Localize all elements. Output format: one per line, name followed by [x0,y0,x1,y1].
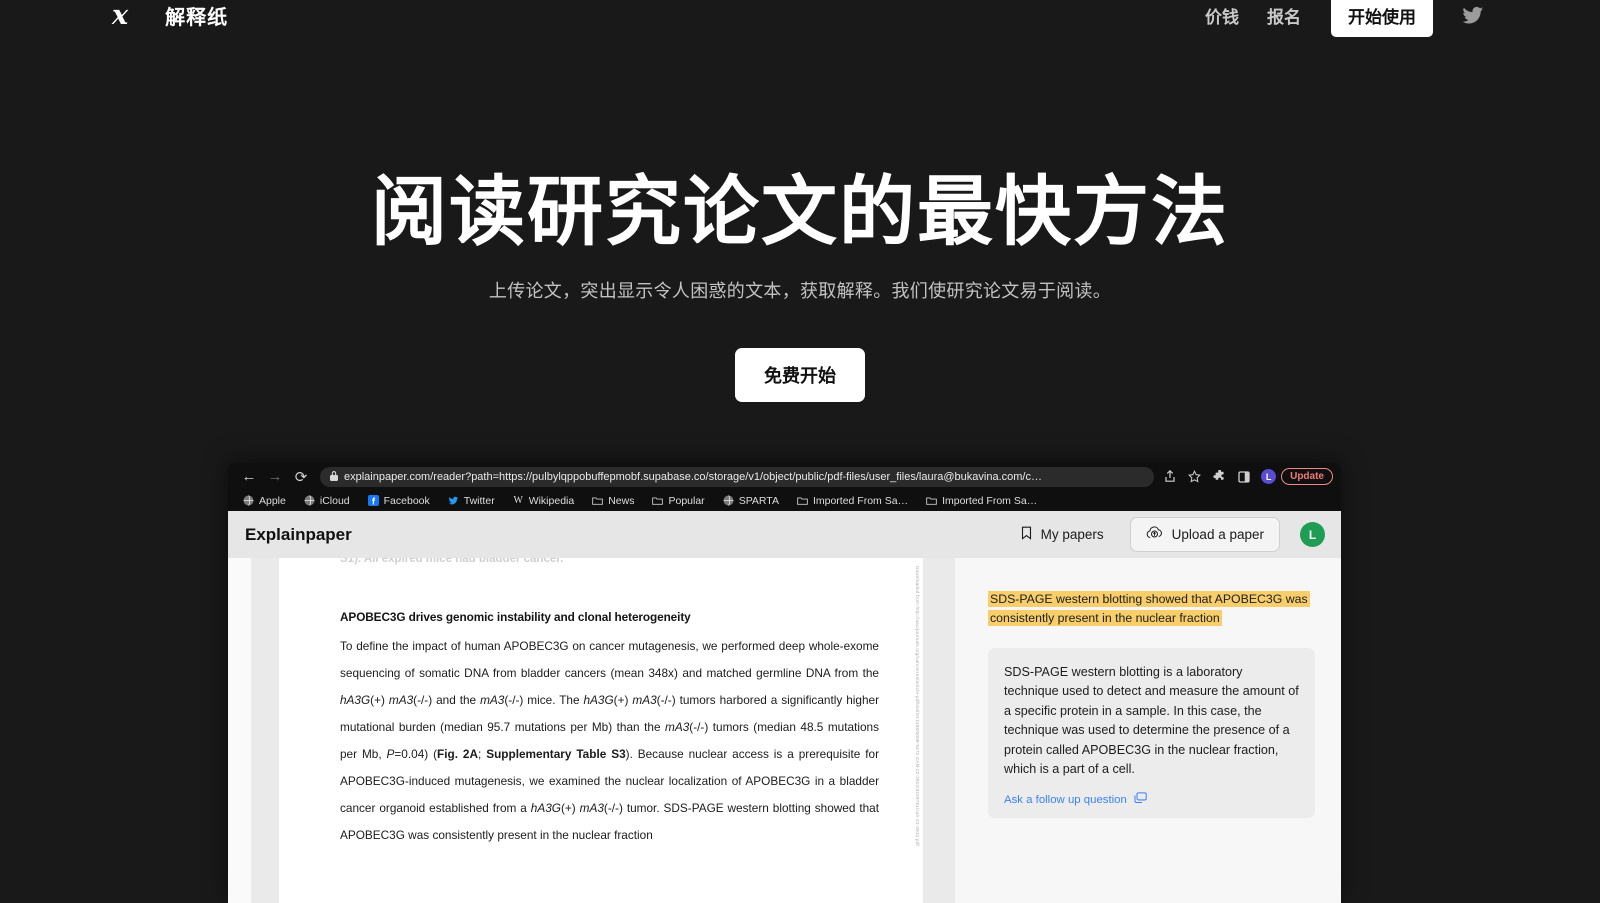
bookmark-label: Imported From Sa… [812,494,909,507]
app-header: Explainpaper My papers Upload a paper L [228,511,1341,558]
bookmark-twitter[interactable]: Twitter [439,495,504,507]
bookmark-label: Twitter [463,494,495,507]
pdf-left-margin [251,558,279,903]
browser-toolbar: ← → ⟳ explainpaper.com/reader?path=https… [228,463,1341,490]
bookmark-label: Imported From Sa… [942,494,1038,507]
pdf-paragraph: To define the impact of human APOBEC3G o… [340,639,880,842]
pdf-right-gutter [923,558,955,903]
browser-window-mockup: ← → ⟳ explainpaper.com/reader?path=https… [228,463,1341,903]
share-icon[interactable] [1158,470,1182,483]
explainpaper-app: Explainpaper My papers Upload a paper L [228,511,1341,903]
cloud-upload-icon [1146,526,1163,543]
bookmark-label: News [608,494,635,507]
highlighted-text[interactable]: SDS-PAGE western blotting showed that AP… [988,591,1310,626]
folder-icon [797,495,808,506]
bookmarks-bar: Apple iCloud Facebook Twitter W Wikipedi… [228,490,1341,511]
upload-paper-button[interactable]: Upload a paper [1129,517,1280,552]
forward-icon[interactable]: → [262,466,288,488]
pdf-viewer-pane[interactable]: S1). All expired mice had bladder cancer… [228,558,955,903]
folder-icon [652,495,664,506]
bookmark-icloud[interactable]: iCloud [295,495,359,507]
pdf-section-heading: APOBEC3G drives genomic instability and … [340,610,691,624]
bookmark-facebook[interactable]: Facebook [359,495,439,507]
bookmark-popular[interactable]: Popular [643,495,713,507]
lock-icon [330,470,338,483]
bookmark-label: iCloud [319,494,350,507]
highlighted-text-wrap: SDS-PAGE western blotting showed that AP… [988,590,1310,628]
bookmark-label: SPARTA [738,494,779,507]
url-text: explainpaper.com/reader?path=https://pul… [344,470,1042,483]
hero-section: 阅读研究论文的最快方法 上传论文，突出显示令人困惑的文本，获取解释。我们使研究论… [0,0,1600,402]
pdf-cut-line: S1). All expired mice had bladder cancer… [340,558,564,565]
app-body: S1). All expired mice had bladder cancer… [228,558,1341,903]
chrome-profile-avatar[interactable]: L [1261,469,1277,484]
facebook-icon [367,495,379,506]
puzzle-icon[interactable] [1207,470,1232,483]
follow-up-label: Ask a follow up question [1004,793,1127,806]
back-icon[interactable]: ← [236,466,262,488]
my-papers-button[interactable]: My papers [1020,526,1104,543]
side-panel-icon[interactable] [1232,470,1256,483]
bookmark-imported-2[interactable]: Imported From Sa… [917,495,1046,507]
bookmark-label: Popular [668,494,705,507]
explanation-pane: SDS-PAGE western blotting showed that AP… [955,558,1341,903]
pdf-watermark: Downloaded from http://aacrjournals.org/… [915,566,920,846]
bookmark-label: Apple [259,494,286,507]
upload-paper-label: Upload a paper [1171,527,1264,542]
avatar[interactable]: L [1300,522,1325,547]
app-actions: My papers Upload a paper L [1020,517,1325,552]
bookmark-label: Facebook [383,494,430,507]
bookmark-icon [1020,526,1033,543]
my-papers-label: My papers [1040,527,1104,542]
twitter-icon [448,495,459,506]
explanation-text: SDS-PAGE western blotting is a laborator… [1004,665,1299,777]
pdf-left-gutter [228,558,251,903]
bookmark-apple[interactable]: Apple [234,495,295,507]
bookmark-wikipedia[interactable]: W Wikipedia [504,495,584,507]
globe-icon [723,495,734,506]
folder-icon [926,495,937,506]
app-brand-name[interactable]: Explainpaper [245,525,352,545]
update-button[interactable]: Update [1281,468,1333,485]
globe-icon [243,495,254,506]
globe-icon [304,495,315,506]
reload-icon[interactable]: ⟳ [288,466,314,488]
folder-icon [592,495,604,506]
explanation-card: SDS-PAGE western blotting is a laborator… [988,648,1315,819]
chat-bubble-icon [1134,792,1147,807]
start-free-button[interactable]: 免费开始 [735,347,865,402]
ask-follow-up-button[interactable]: Ask a follow up question [1004,792,1299,807]
address-bar[interactable]: explainpaper.com/reader?path=https://pul… [320,466,1155,487]
wikipedia-icon: W [513,495,523,506]
bookmark-news[interactable]: News [583,495,643,507]
bookmark-label: Wikipedia [528,494,575,507]
page-title: 阅读研究论文的最快方法 [371,170,1229,255]
bookmark-sparta[interactable]: SPARTA [714,495,788,507]
bookmark-imported-1[interactable]: Imported From Sa… [788,495,917,507]
star-icon[interactable] [1182,470,1207,483]
hero-subtitle: 上传论文，突出显示令人困惑的文本，获取解释。我们使研究论文易于阅读。 [488,280,1112,301]
pdf-page[interactable]: S1). All expired mice had bladder cancer… [279,558,923,903]
